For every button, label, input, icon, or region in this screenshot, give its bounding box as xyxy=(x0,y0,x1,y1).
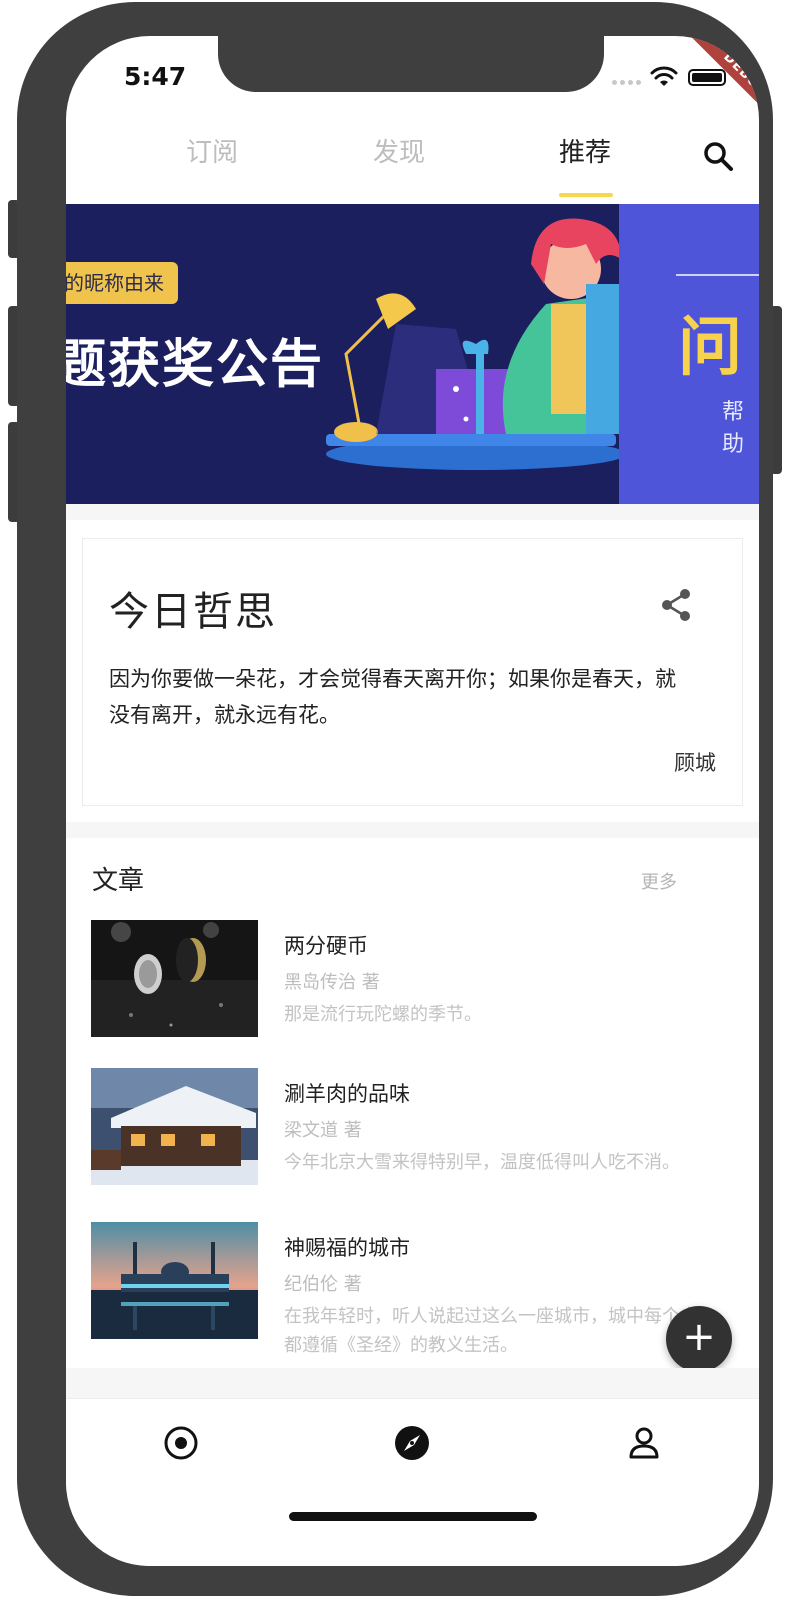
status-time: 5:47 xyxy=(124,62,187,91)
article-thumbnail-coins xyxy=(91,920,258,1037)
articles-section: 文章 更多 两分硬币 黑岛传治 著 那是流行玩陀螺的季节。 涮羊肉的品味 梁文道… xyxy=(66,838,759,1368)
add-button[interactable]: + xyxy=(666,1306,732,1372)
share-icon[interactable] xyxy=(659,587,693,623)
search-icon[interactable] xyxy=(702,140,734,172)
person-icon[interactable] xyxy=(626,1425,662,1461)
quote-text: 因为你要做一朵花，才会觉得春天离开你；如果你是春天，就没有离开，就永远有花。 xyxy=(109,667,676,727)
top-tab-bar: 订阅 发现 推荐 xyxy=(66,132,759,202)
banner-next-divider xyxy=(676,274,759,276)
signal-icon xyxy=(612,80,641,85)
banner-title: 题获奖公告 xyxy=(66,335,325,395)
tab-subscribe[interactable]: 订阅 xyxy=(186,132,238,169)
section-divider xyxy=(66,1368,759,1398)
banner-tag: 的昵称由来 xyxy=(66,262,178,304)
tab-discover[interactable]: 发现 xyxy=(373,132,425,169)
article-title: 神赐福的城市 xyxy=(284,1236,410,1260)
quote-author: 顾城 xyxy=(674,751,716,775)
article-title: 涮羊肉的品味 xyxy=(284,1082,410,1106)
tab-recommend[interactable]: 推荐 xyxy=(559,132,611,169)
article-thumbnail-snow-cabin xyxy=(91,1068,258,1185)
home-indicator[interactable] xyxy=(289,1512,537,1521)
daily-quote-card[interactable]: 今日哲思 因为你要做一朵花，才会觉得春天离开你；如果你是春天，就没有离开，就永远… xyxy=(82,538,743,806)
banner-next-title: 问 xyxy=(678,311,742,385)
article-excerpt: 在我年轻时，听人说起过这么一座城市，城中每个人都遵循《圣经》的教义生活。 xyxy=(284,1306,698,1356)
article-author: 梁文道 著 xyxy=(284,1120,362,1141)
wifi-icon xyxy=(650,66,678,86)
article-title: 两分硬币 xyxy=(284,934,368,958)
banner-next-subtitle: 帮助 xyxy=(722,400,745,457)
banner-illustration xyxy=(326,218,626,470)
section-divider xyxy=(66,504,759,520)
article-excerpt: 今年北京大雪来得特别早，温度低得叫人吃不消。 xyxy=(284,1152,680,1173)
tab-indicator xyxy=(559,193,613,197)
home-target-icon[interactable] xyxy=(163,1425,199,1461)
article-item[interactable]: 两分硬币 黑岛传治 著 那是流行玩陀螺的季节。 xyxy=(91,920,731,1050)
article-author: 纪伯伦 著 xyxy=(284,1274,362,1295)
article-item[interactable]: 神赐福的城市 纪伯伦 著 在我年轻时，听人说起过这么一座城市，城中每个人都遵循《… xyxy=(91,1222,731,1356)
banner-carousel[interactable]: 的昵称由来 题获奖公告 问 帮助 xyxy=(66,204,759,504)
articles-heading: 文章 xyxy=(92,866,145,896)
article-item[interactable]: 涮羊肉的品味 梁文道 著 今年北京大雪来得特别早，温度低得叫人吃不消。 xyxy=(91,1068,731,1198)
app-screen: 5:47 DEBUG 订阅 发现 推荐 的昵称由来 题获奖公告 问 帮助 今日哲… xyxy=(66,36,759,1566)
article-author: 黑岛传治 著 xyxy=(284,972,380,993)
quote-title: 今日哲思 xyxy=(109,589,277,635)
notch xyxy=(218,36,604,92)
phone-frame: 5:47 DEBUG 订阅 发现 推荐 的昵称由来 题获奖公告 问 帮助 今日哲… xyxy=(17,2,773,1596)
article-thumbnail-mosque xyxy=(91,1222,258,1339)
section-divider xyxy=(66,822,759,838)
articles-more-link[interactable]: 更多 xyxy=(641,868,677,894)
compass-icon[interactable] xyxy=(394,1425,430,1461)
bottom-navigation xyxy=(66,1398,759,1566)
battery-icon xyxy=(688,69,726,86)
article-excerpt: 那是流行玩陀螺的季节。 xyxy=(284,1004,482,1025)
